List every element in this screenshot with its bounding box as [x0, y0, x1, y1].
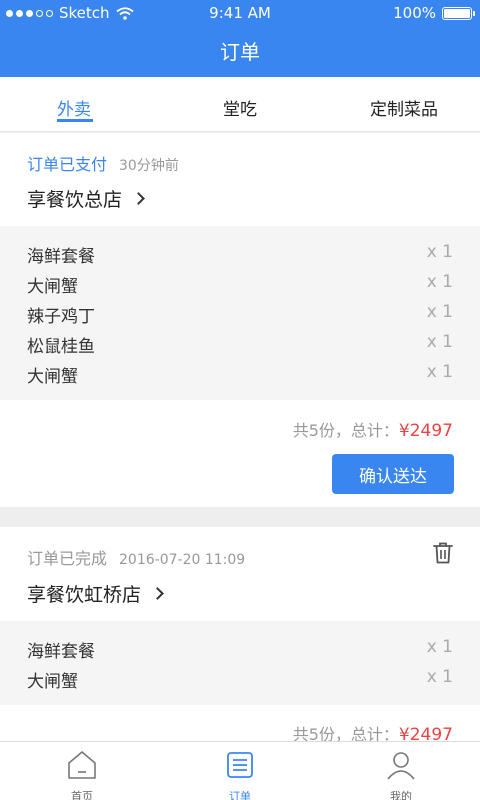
order-items: 海鲜套餐 x 1 大闸蟹 x 1	[0, 621, 480, 705]
battery-percent: 100%	[393, 4, 436, 22]
tab-takeout[interactable]: 外卖	[57, 95, 91, 120]
store-name: 享餐饮总店	[27, 189, 123, 211]
list-item: 大闸蟹 x 1	[0, 663, 480, 693]
chevron-right-icon	[151, 587, 164, 600]
trash-icon[interactable]	[432, 541, 454, 565]
order-list-icon	[227, 752, 253, 778]
item-quantity: x 1	[426, 667, 453, 687]
tabbar-item-profile[interactable]: 我的	[361, 748, 441, 800]
item-name: 海鲜套餐	[27, 247, 95, 267]
battery-icon	[442, 6, 475, 20]
order-card: 订单已完成 2016-07-20 11:09 享餐饮虹桥店 海鲜套餐 x 1 大…	[0, 527, 480, 745]
list-item: 松鼠桂鱼 x 1	[0, 328, 480, 358]
order-items: 海鲜套餐 x 1 大闸蟹 x 1 辣子鸡丁 x 1 松鼠桂鱼 x 1 大闸蟹 x…	[0, 226, 480, 400]
item-quantity: x 1	[426, 302, 453, 322]
active-tab-indicator	[57, 119, 93, 122]
order-total: ¥2497	[398, 421, 453, 441]
item-quantity: x 1	[426, 272, 453, 292]
list-item: 海鲜套餐 x 1	[0, 633, 480, 663]
order-status: 订单已完成	[27, 549, 108, 568]
tab-dine-in[interactable]: 堂吃	[223, 95, 257, 120]
order-time: 30分钟前	[119, 158, 179, 174]
tab-custom-dishes[interactable]: 定制菜品	[370, 95, 438, 120]
item-name: 松鼠桂鱼	[27, 337, 95, 357]
list-item: 大闸蟹 x 1	[0, 268, 480, 298]
home-icon	[68, 751, 96, 779]
bottom-tab-bar: 首页 订单 我的	[0, 741, 480, 800]
item-quantity: x 1	[426, 332, 453, 352]
item-quantity: x 1	[426, 637, 453, 657]
item-name: 大闸蟹	[27, 277, 78, 297]
confirm-delivery-button[interactable]: 确认送达	[332, 454, 454, 494]
item-name: 大闸蟹	[27, 367, 78, 387]
nav-header: Sketch 9:41 AM 100% 订单	[0, 0, 480, 77]
order-status: 订单已支付	[27, 155, 108, 174]
order-time: 2016-07-20 11:09	[119, 552, 246, 568]
status-bar: Sketch 9:41 AM 100%	[0, 0, 480, 26]
order-summary: 共5份，总计：¥2497	[293, 417, 453, 441]
list-item: 大闸蟹 x 1	[0, 358, 480, 388]
item-name: 辣子鸡丁	[27, 307, 95, 327]
tabbar-label: 订单	[229, 790, 251, 800]
order-card: 订单已支付 30分钟前 享餐饮总店 海鲜套餐 x 1 大闸蟹 x 1 辣子鸡丁 …	[0, 133, 480, 507]
chevron-right-icon	[132, 192, 145, 205]
page-title: 订单	[220, 40, 260, 64]
store-link[interactable]: 享餐饮虹桥店	[27, 580, 164, 607]
store-link[interactable]: 享餐饮总店	[27, 185, 145, 212]
store-name: 享餐饮虹桥店	[27, 584, 142, 606]
item-name: 海鲜套餐	[27, 642, 95, 662]
user-icon	[387, 752, 415, 780]
list-item: 辣子鸡丁 x 1	[0, 298, 480, 328]
order-type-tabs: 外卖 堂吃 定制菜品	[0, 77, 480, 132]
summary-label: 共5份，总计：	[292, 421, 399, 440]
tabbar-label: 首页	[71, 790, 93, 800]
item-quantity: x 1	[426, 242, 453, 262]
list-item: 海鲜套餐 x 1	[0, 238, 480, 268]
item-quantity: x 1	[426, 362, 453, 382]
tabbar-item-home[interactable]: 首页	[42, 748, 122, 800]
tabbar-label: 我的	[390, 790, 412, 800]
item-name: 大闸蟹	[27, 672, 78, 692]
tabbar-item-orders[interactable]: 订单	[200, 748, 280, 800]
